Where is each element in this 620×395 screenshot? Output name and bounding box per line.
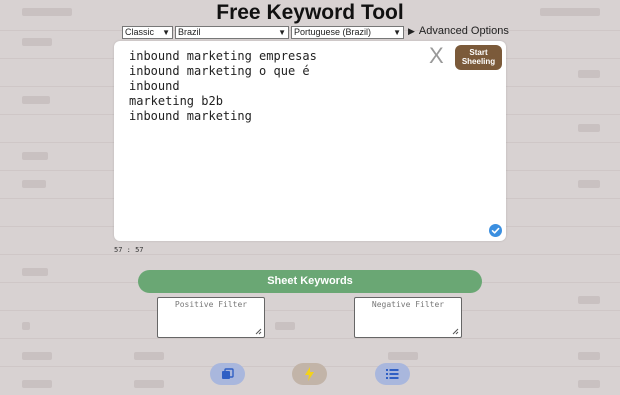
flash-icon (305, 367, 314, 381)
keyword-line: inbound marketing o que é (129, 64, 310, 78)
copy-button[interactable] (210, 363, 245, 385)
copy-icon (222, 368, 234, 379)
start-sheeling-button[interactable]: Start Sheeling (455, 45, 502, 70)
mode-select-value: Classic (125, 27, 155, 37)
sheet-keywords-button[interactable]: Sheet Keywords (138, 270, 482, 293)
table-row-divider (0, 254, 620, 255)
resize-grip-icon[interactable] (452, 328, 459, 335)
chevron-down-icon: ▼ (393, 28, 401, 37)
negative-filter-placeholder: Negative Filter (371, 300, 445, 309)
flash-button[interactable] (292, 363, 327, 385)
table-cell (578, 70, 600, 78)
table-cell (22, 268, 48, 276)
clear-button[interactable]: X (429, 44, 444, 68)
mode-select[interactable]: Classic ▼ (122, 26, 173, 39)
country-select-value: Brazil (178, 27, 201, 37)
table-cell (22, 180, 46, 188)
chevron-down-icon: ▼ (162, 28, 170, 37)
table-row-divider (0, 338, 620, 339)
keyword-line: inbound marketing (129, 109, 252, 123)
list-button[interactable] (375, 363, 410, 385)
language-select-value: Portuguese (Brazil) (294, 27, 372, 37)
keyword-line: inbound (129, 79, 180, 93)
table-cell (388, 352, 418, 360)
table-cell (578, 352, 600, 360)
advanced-options-toggle[interactable]: ▶ Advanced Options (408, 25, 509, 38)
table-cell (578, 296, 600, 304)
table-cell (22, 96, 50, 104)
list-icon (386, 369, 399, 379)
positive-filter-placeholder: Positive Filter (174, 300, 248, 309)
language-select[interactable]: Portuguese (Brazil) ▼ (291, 26, 404, 39)
keyword-counter: 57 : 57 (114, 246, 144, 254)
resize-grip-icon[interactable] (255, 328, 262, 335)
table-cell (22, 352, 52, 360)
country-select[interactable]: Brazil ▼ (175, 26, 289, 39)
keyword-textarea[interactable]: inbound marketing empresas inbound marke… (114, 41, 506, 241)
table-cell (578, 180, 600, 188)
page-title: Free Keyword Tool (216, 1, 404, 24)
positive-filter-input[interactable]: Positive Filter (157, 297, 265, 338)
table-cell (275, 322, 295, 330)
triangle-right-icon: ▶ (408, 26, 415, 36)
table-cell (578, 124, 600, 132)
negative-filter-input[interactable]: Negative Filter (354, 297, 462, 338)
keyword-line: inbound marketing empresas (129, 49, 317, 63)
table-cell (22, 152, 48, 160)
table-cell (134, 380, 164, 388)
check-icon[interactable] (489, 224, 502, 237)
table-cell (578, 380, 600, 388)
advanced-options-label: Advanced Options (418, 25, 509, 37)
table-cell (22, 38, 52, 46)
keyword-line: marketing b2b (129, 94, 223, 108)
table-cell (22, 322, 30, 330)
table-row-divider (0, 310, 620, 311)
table-cell (134, 352, 164, 360)
chevron-down-icon: ▼ (278, 28, 286, 37)
table-cell (22, 380, 52, 388)
